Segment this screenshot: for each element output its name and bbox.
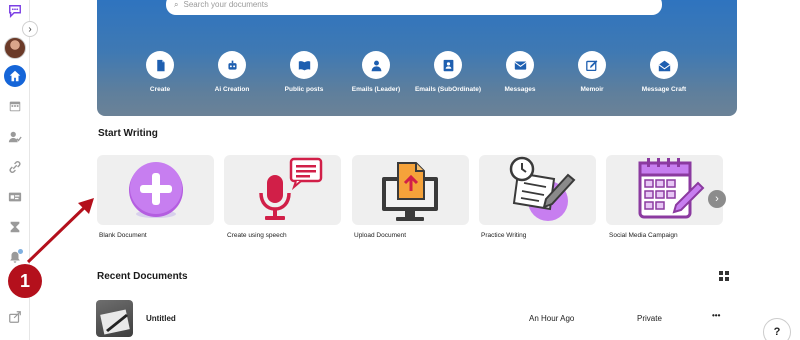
card-blank-document[interactable] — [97, 155, 214, 225]
user-check-icon[interactable] — [4, 126, 26, 148]
quick-action-label: Memoir — [580, 86, 604, 93]
card-label: Create using speech — [227, 232, 287, 239]
sidebar-collapse-button[interactable]: › — [22, 21, 38, 37]
quick-action-public-posts[interactable]: Public posts — [264, 51, 344, 93]
id-card-icon[interactable] — [4, 186, 26, 208]
quick-action-create[interactable]: Create — [120, 51, 200, 93]
quick-action-label: Create — [149, 86, 171, 93]
grid-view-icon[interactable] — [719, 271, 729, 281]
quick-action-label: Emails (Leader) — [351, 86, 401, 93]
avatar[interactable] — [4, 37, 26, 59]
notification-dot — [18, 249, 23, 254]
chat-logo-icon[interactable] — [4, 0, 26, 22]
quick-action-messages[interactable]: Messages — [480, 51, 560, 93]
card-social-media-campaign[interactable] — [606, 155, 723, 225]
help-button[interactable]: ? — [763, 318, 791, 340]
user-icon — [362, 51, 390, 79]
more-options-icon[interactable]: ••• — [712, 311, 720, 320]
robot-icon — [218, 51, 246, 79]
document-time: An Hour Ago — [529, 314, 575, 323]
card-label: Blank Document — [99, 232, 147, 239]
contact-card-icon — [434, 51, 462, 79]
edit-icon — [578, 51, 606, 79]
envelope-icon — [506, 51, 534, 79]
document-thumbnail — [96, 300, 133, 337]
search-input[interactable]: ⌕ Search your documents — [166, 0, 662, 15]
quick-action-label: Public posts — [284, 86, 324, 93]
card-practice-writing[interactable] — [479, 155, 596, 225]
quick-action-label: Ai Creation — [214, 86, 250, 93]
card-upload-document[interactable] — [352, 155, 469, 225]
search-icon: ⌕ — [174, 0, 179, 9]
document-name: Untitled — [146, 314, 176, 323]
upload-document-icon — [381, 162, 438, 221]
carousel-next-button[interactable]: › — [708, 190, 726, 208]
quick-action-message-craft[interactable]: Message Craft — [624, 51, 704, 93]
quick-action-label: Message Craft — [641, 86, 687, 93]
card-label: Practice Writing — [481, 232, 527, 239]
share-icon[interactable] — [4, 306, 26, 328]
document-visibility: Private — [637, 314, 662, 323]
card-create-using-speech[interactable] — [224, 155, 341, 225]
quick-action-label: Messages — [504, 86, 536, 93]
recent-documents-title: Recent Documents — [97, 271, 188, 282]
clock-writing-icon — [509, 156, 575, 221]
card-label: Upload Document — [354, 232, 407, 239]
quick-action-emails-subordinate[interactable]: Emails (SubOrdinate) — [408, 51, 488, 93]
hourglass-icon[interactable] — [4, 216, 26, 238]
home-icon[interactable] — [4, 65, 26, 87]
start-writing-title: Start Writing — [98, 128, 158, 139]
plus-circle-icon — [128, 162, 183, 218]
calendar-icon — [638, 158, 704, 219]
card-label: Social Media Campaign — [609, 232, 678, 239]
link-icon[interactable] — [4, 156, 26, 178]
quick-action-ai-creation[interactable]: Ai Creation — [192, 51, 272, 93]
envelope-open-icon — [650, 51, 678, 79]
quick-action-label: Emails (SubOrdinate) — [414, 86, 482, 93]
microphone-icon — [258, 157, 322, 220]
search-placeholder: Search your documents — [183, 0, 268, 9]
book-icon — [290, 51, 318, 79]
annotation-number: 1 — [8, 264, 42, 298]
hero-banner: ⌕ Search your documents Create Ai Creati… — [97, 0, 737, 116]
quick-action-memoir[interactable]: Memoir — [552, 51, 632, 93]
quick-action-emails-leader[interactable]: Emails (Leader) — [336, 51, 416, 93]
document-icon — [146, 51, 174, 79]
calendar-icon[interactable] — [4, 95, 26, 117]
